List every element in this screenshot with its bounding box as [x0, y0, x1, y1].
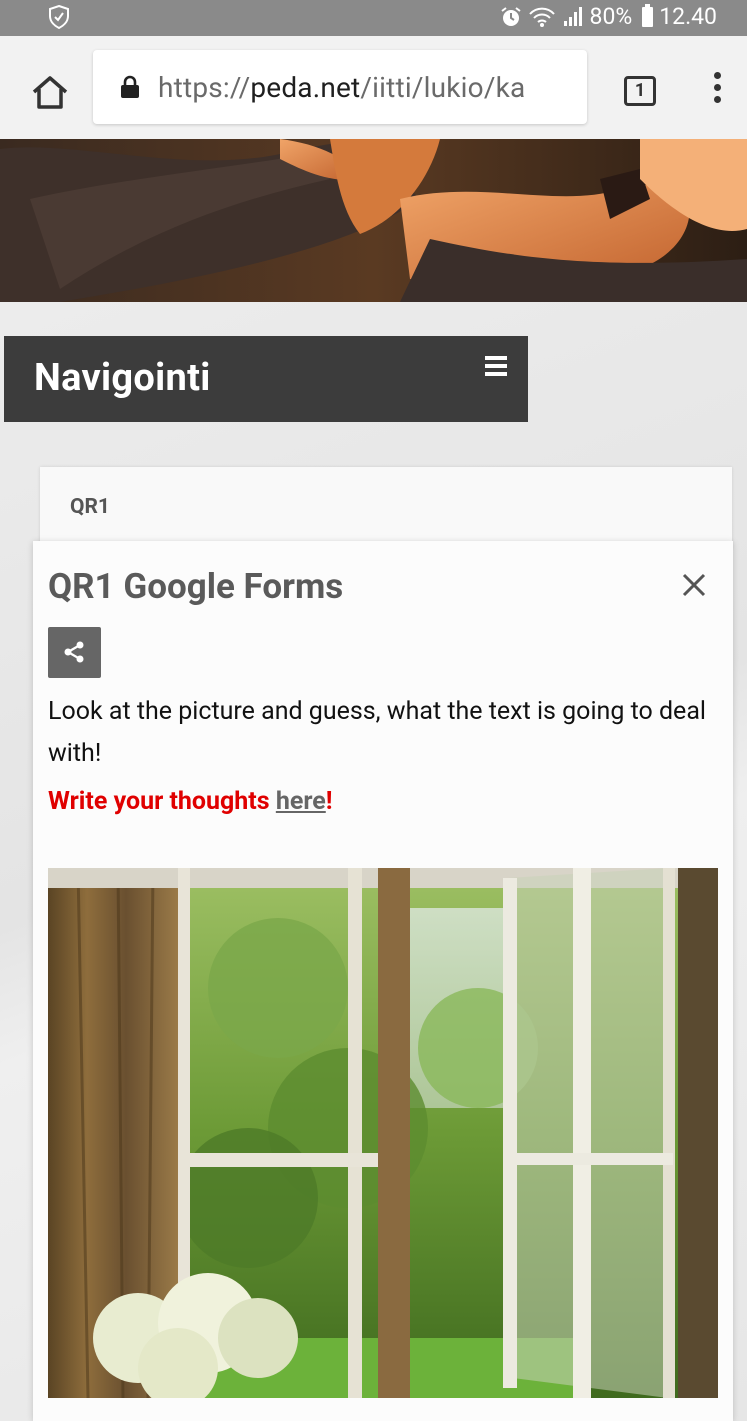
- tab-switcher-button[interactable]: 1: [624, 76, 656, 106]
- browser-toolbar: https://peda.net/iitti/lukio/ka 1: [0, 36, 747, 139]
- nav-title: Navigointi: [34, 356, 211, 400]
- navigation-bar[interactable]: Navigointi: [4, 336, 528, 422]
- status-bar: 80% 12.40: [0, 0, 747, 36]
- breadcrumb[interactable]: QR1: [40, 467, 732, 549]
- url-text[interactable]: https://peda.net/iitti/lukio/ka: [158, 71, 525, 104]
- instruction-text: Look at the picture and guess, what the …: [48, 697, 706, 768]
- share-icon: [64, 641, 84, 663]
- wifi-icon: [528, 7, 555, 27]
- content-panel: QR1 Google Forms Look at the picture and…: [33, 541, 733, 1421]
- home-icon[interactable]: [30, 74, 70, 110]
- call-to-action: Write your thoughts here!: [48, 787, 333, 816]
- battery-percent: 80%: [589, 3, 633, 30]
- window-photo: [48, 868, 718, 1398]
- overflow-menu-icon[interactable]: [712, 72, 722, 108]
- signal-icon: [563, 7, 582, 26]
- lock-icon: [121, 75, 139, 98]
- clock: 12.40: [659, 3, 717, 30]
- alarm-icon: [500, 7, 521, 26]
- shield-icon: [49, 5, 69, 29]
- hamburger-menu-icon[interactable]: [485, 356, 507, 376]
- header-photo: [0, 139, 747, 302]
- battery-icon: [642, 4, 654, 27]
- breadcrumb-label[interactable]: QR1: [70, 495, 110, 519]
- page-title: QR1 Google Forms: [48, 566, 344, 607]
- here-link[interactable]: here: [276, 787, 326, 816]
- close-icon[interactable]: [680, 571, 708, 599]
- share-button[interactable]: [48, 627, 101, 678]
- address-bar[interactable]: https://peda.net/iitti/lukio/ka: [93, 50, 587, 124]
